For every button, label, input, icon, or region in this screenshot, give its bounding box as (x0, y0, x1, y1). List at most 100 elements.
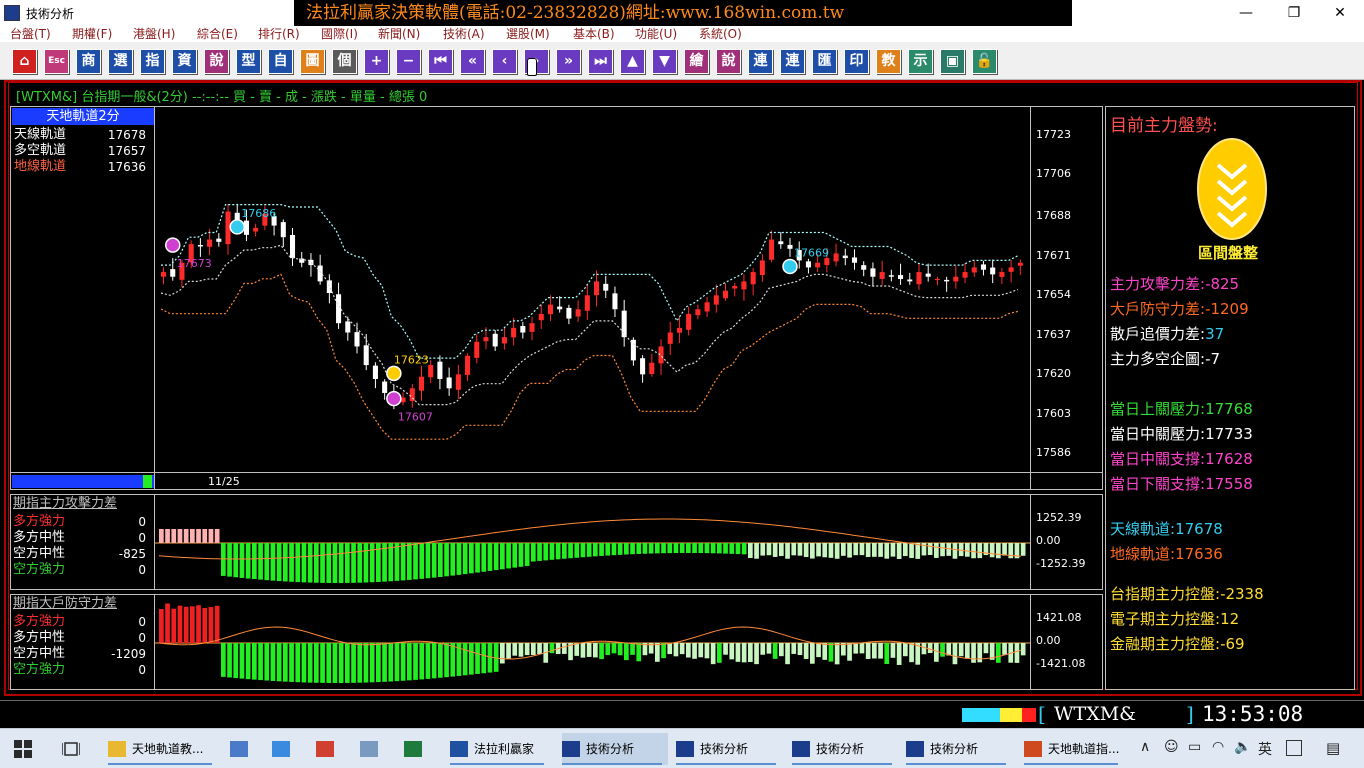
rewind-icon[interactable]: « (460, 49, 485, 74)
histogram-bar (921, 643, 927, 655)
histogram-bar (500, 643, 505, 664)
wifi-icon[interactable]: ◠ (1212, 739, 1224, 755)
histogram-bar (896, 543, 902, 559)
taskbar-item[interactable] (316, 733, 346, 765)
link-icon[interactable]: 連 (748, 49, 773, 74)
menu-item[interactable]: 台盤(T) (10, 26, 51, 42)
scroll-bar[interactable] (12, 475, 154, 488)
type-icon[interactable]: 型 (236, 49, 261, 74)
panel-row-value: 0 (138, 631, 146, 645)
menu-item[interactable]: 系統(O) (699, 26, 742, 42)
windows-start-icon[interactable] (14, 740, 32, 758)
defense-histogram[interactable] (155, 595, 1030, 689)
histogram-bar (221, 643, 226, 677)
chart-icon[interactable]: 圖 (300, 49, 325, 74)
scroll-thumb[interactable] (143, 475, 152, 488)
maximize-icon[interactable]: ❐ (1274, 2, 1314, 24)
candle-body (483, 337, 489, 342)
histogram-bar (729, 643, 735, 660)
menu-item[interactable]: 綜合(E) (197, 26, 238, 42)
plus-icon[interactable]: + (364, 49, 389, 74)
trend-item-label: 主力多空企圖: (1110, 350, 1206, 368)
histogram-bar (1014, 643, 1020, 663)
down-icon[interactable]: ▼ (652, 49, 677, 74)
taskbar-item[interactable]: 法拉利贏家 (450, 733, 550, 765)
notification-icon[interactable]: ▤ (1326, 739, 1340, 757)
menu-item[interactable]: 功能(U) (635, 26, 677, 42)
histogram-bar (233, 643, 239, 679)
prev-icon[interactable]: ‹ (492, 49, 517, 74)
teach-icon[interactable]: 教 (876, 49, 901, 74)
demo-icon[interactable]: 示 (908, 49, 933, 74)
esc-icon[interactable]: Esc (44, 49, 69, 74)
lock-icon[interactable]: 🔓 (972, 49, 997, 74)
minus-icon[interactable]: − (396, 49, 421, 74)
select-icon[interactable]: 選 (108, 49, 133, 74)
list-icon[interactable]: 個 (332, 49, 357, 74)
price-tick: 17603 (1036, 406, 1071, 420)
task-view-icon[interactable] (62, 740, 80, 758)
histogram-bar (214, 529, 220, 543)
menu-item[interactable]: 技術(A) (443, 26, 485, 42)
candle-body (741, 281, 747, 290)
input-language[interactable]: 英 (1258, 739, 1272, 759)
link2-icon[interactable]: 連 (780, 49, 805, 74)
candle-body (732, 286, 738, 289)
histogram-bar (884, 643, 890, 664)
menu-item[interactable]: 排行(R) (258, 26, 300, 42)
chart-app-icon (906, 741, 924, 757)
candle-body (787, 244, 793, 249)
overlay-icon[interactable]: 匯 (812, 49, 837, 74)
legend-value: 17636 (107, 160, 146, 174)
taskbar-item[interactable]: 天地軌道教... (108, 733, 218, 765)
ime-icon[interactable] (1286, 740, 1302, 756)
menu-item[interactable]: 基本(B) (573, 26, 615, 42)
first-icon[interactable]: ⏮ (428, 49, 453, 74)
up-icon[interactable]: ▲ (620, 49, 645, 74)
histogram-bar (537, 643, 542, 654)
histogram-bar (735, 643, 741, 662)
taskbar-item[interactable]: 技術分析 (906, 733, 1012, 765)
menu-item[interactable]: 新聞(N) (378, 26, 420, 42)
taskbar-item[interactable] (404, 733, 434, 765)
window-icon[interactable]: ▣ (940, 49, 965, 74)
menu-item[interactable]: 國際(I) (321, 26, 358, 42)
merchandise-icon[interactable]: 商 (76, 49, 101, 74)
candlestick-chart[interactable]: 17686 17673 17623 17607 17669 (155, 107, 1030, 472)
histogram-bar (450, 543, 456, 576)
draw-icon[interactable]: 繪 (684, 49, 709, 74)
taskbar-item[interactable] (360, 733, 390, 765)
folder-icon (108, 741, 126, 757)
volume-icon[interactable]: 🔈 (1234, 739, 1251, 755)
menu-item[interactable]: 選股(M) (506, 26, 550, 42)
explain-icon[interactable]: 說 (716, 49, 741, 74)
taskbar-item[interactable] (230, 733, 260, 765)
taskbar-item[interactable]: 天地軌道指... (1024, 733, 1124, 765)
last-icon[interactable]: ⏭ (588, 49, 613, 74)
close-icon[interactable]: ✕ (1320, 2, 1360, 24)
index-icon[interactable]: 指 (140, 49, 165, 74)
ie-icon (272, 741, 290, 757)
taskbar-item[interactable]: 技術分析 (562, 733, 668, 765)
home-icon[interactable]: ⌂ (12, 49, 37, 74)
attack-histogram[interactable] (155, 495, 1030, 589)
data-icon[interactable]: 資 (172, 49, 197, 74)
people-icon[interactable]: ☺ (1164, 739, 1179, 755)
taskbar-item[interactable]: 技術分析 (676, 733, 782, 765)
trend-item: 電子期主力控盤:12 (1110, 610, 1239, 628)
menu-item[interactable]: 港盤(H) (133, 26, 175, 42)
minimize-icon[interactable]: — (1226, 2, 1266, 24)
battery-icon[interactable]: ▭ (1188, 739, 1201, 755)
forward-icon[interactable]: » (556, 49, 581, 74)
panel-tick: 1421.08 (1036, 611, 1082, 624)
chevron-up-icon[interactable]: ∧ (1140, 739, 1150, 755)
taskbar-item[interactable] (272, 733, 302, 765)
custom-icon[interactable]: 自 (268, 49, 293, 74)
histogram-bar (332, 643, 338, 683)
divider (1030, 494, 1031, 590)
print-icon[interactable]: 印 (844, 49, 869, 74)
candle-body (289, 234, 296, 259)
quote-icon[interactable]: 說 (204, 49, 229, 74)
taskbar-item[interactable]: 技術分析 (792, 733, 898, 765)
menu-item[interactable]: 期權(F) (72, 26, 112, 42)
